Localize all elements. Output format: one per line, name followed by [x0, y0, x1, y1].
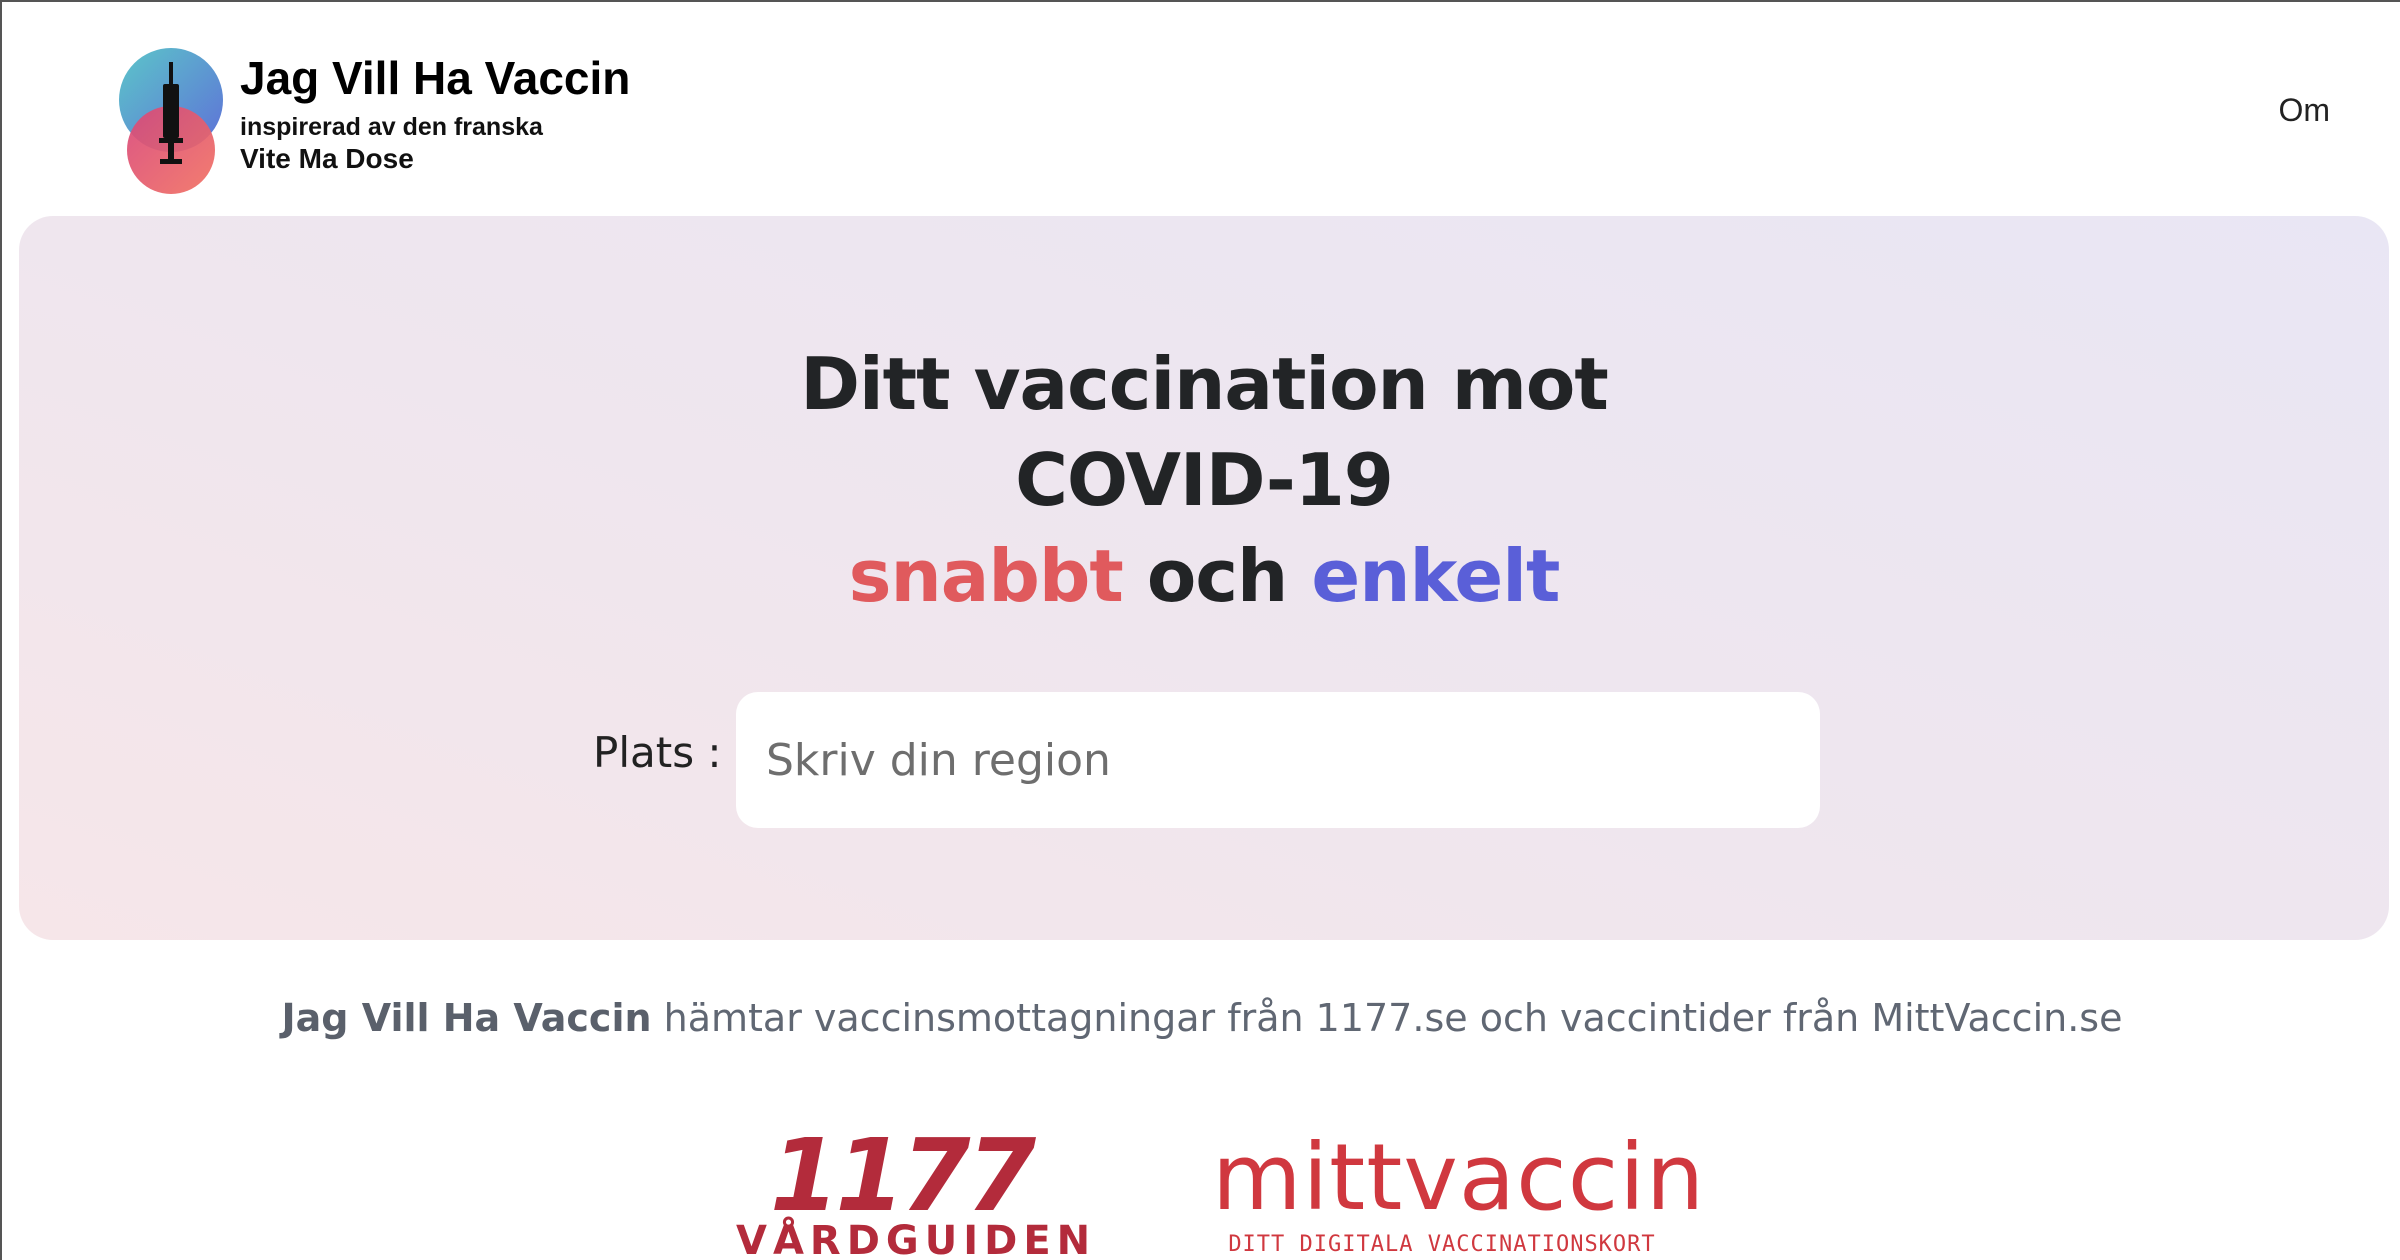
hero-title: Ditt vaccination mot COVID-19 snabbt och…: [19, 336, 2389, 624]
info-sentence: hämtar vaccinsmottagningar från 1177.se …: [651, 996, 2123, 1040]
home-logo-link[interactable]: Jag Vill Ha Vaccin inspirerad av den fra…: [116, 48, 630, 196]
hero-word-fast: snabbt: [848, 534, 1124, 618]
plats-label: Plats :: [593, 728, 722, 777]
region-search-input[interactable]: [736, 692, 1820, 828]
brand-subtitle: inspirerad av den franska: [240, 113, 543, 141]
partner-logo-mittvaccin[interactable]: mittvaccin DITT DIGITALA VACCINATIONSKOR…: [1212, 1124, 1706, 1260]
nav-link-om[interactable]: Om: [2278, 92, 2330, 129]
info-brand: Jag Vill Ha Vaccin: [281, 996, 652, 1040]
info-text: Jag Vill Ha Vaccin hämtar vaccinsmottagn…: [2, 996, 2400, 1040]
hero-word-and: och: [1146, 534, 1288, 618]
brand-title: Jag Vill Ha Vaccin: [240, 52, 631, 104]
logo-1177-number: 1177: [769, 1117, 1036, 1234]
syringe-logo-icon: [116, 48, 226, 196]
partner-logo-1177[interactable]: 1177 VÅRDGUIDEN: [736, 1126, 1097, 1260]
header: Jag Vill Ha Vaccin inspirerad av den fra…: [2, 2, 2400, 212]
logo-mittvaccin-tagline: DITT DIGITALA VACCINATIONSKORT: [1228, 1232, 1656, 1257]
logo-mittvaccin-name: mittvaccin: [1212, 1124, 1706, 1231]
hero-word-easy: enkelt: [1311, 534, 1560, 618]
hero-panel: Ditt vaccination mot COVID-19 snabbt och…: [19, 216, 2389, 940]
logo-1177-subtitle: VÅRDGUIDEN: [736, 1218, 1097, 1260]
brand-subtitle-source: Vite Ma Dose: [240, 143, 414, 174]
hero-title-line: Ditt vaccination mot COVID-19: [800, 342, 1609, 522]
page: Jag Vill Ha Vaccin inspirerad av den fra…: [0, 0, 2400, 1260]
